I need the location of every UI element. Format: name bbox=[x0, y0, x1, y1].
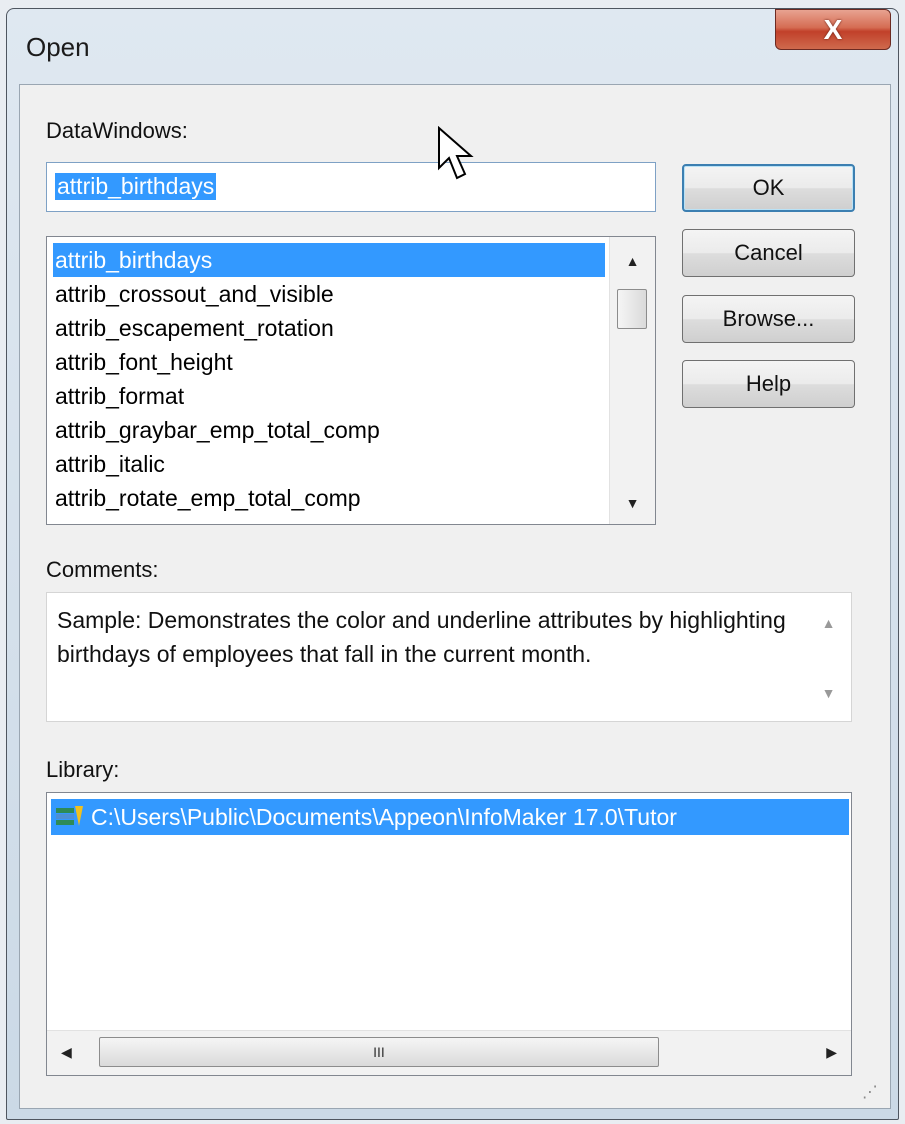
comments-scroll-down-icon[interactable]: ▼ bbox=[806, 685, 851, 701]
library-list-item[interactable]: C:\Users\Public\Documents\Appeon\InfoMak… bbox=[51, 799, 849, 835]
help-button[interactable]: Help bbox=[682, 360, 855, 408]
list-item[interactable]: attrib_crossout_and_visible bbox=[53, 277, 334, 311]
library-horizontal-scrollbar[interactable]: ◀ III ▶ bbox=[47, 1030, 851, 1075]
scroll-grip: III bbox=[373, 1044, 385, 1060]
comments-text: Sample: Demonstrates the color and under… bbox=[57, 607, 786, 667]
library-list[interactable]: C:\Users\Public\Documents\Appeon\InfoMak… bbox=[46, 792, 852, 1076]
list-item[interactable]: attrib_rotate_emp_total_comp bbox=[53, 481, 361, 515]
scroll-right-arrow-icon[interactable]: ▶ bbox=[826, 1044, 837, 1061]
scroll-thumb[interactable] bbox=[617, 289, 647, 329]
datawindow-name-value: attrib_birthdays bbox=[55, 173, 217, 200]
datawindow-name-input[interactable]: attrib_birthdays bbox=[46, 162, 656, 212]
cancel-button[interactable]: Cancel bbox=[682, 229, 855, 277]
resize-grip-icon[interactable]: ⋰ bbox=[862, 1082, 879, 1102]
close-button[interactable]: X bbox=[775, 9, 891, 50]
comments-label: Comments: bbox=[46, 557, 159, 582]
ok-button[interactable]: OK bbox=[682, 164, 855, 212]
mouse-pointer-icon bbox=[438, 126, 474, 180]
browse-button[interactable]: Browse... bbox=[682, 295, 855, 343]
scroll-down-arrow-icon[interactable]: ▼ bbox=[610, 495, 655, 511]
list-item[interactable]: attrib_format bbox=[53, 379, 184, 413]
datawindows-label: DataWindows: bbox=[46, 118, 188, 143]
datawindows-vertical-scrollbar[interactable]: ▲ ▼ bbox=[609, 237, 655, 524]
scroll-left-arrow-icon[interactable]: ◀ bbox=[61, 1044, 72, 1061]
list-item[interactable]: attrib_graybar_emp_total_comp bbox=[53, 413, 380, 447]
list-item[interactable]: attrib_italic bbox=[53, 447, 165, 481]
list-item[interactable]: attrib_escapement_rotation bbox=[53, 311, 334, 345]
library-label: Library: bbox=[46, 757, 120, 782]
list-item[interactable]: attrib_font_height bbox=[53, 345, 233, 379]
library-path: C:\Users\Public\Documents\Appeon\InfoMak… bbox=[91, 804, 677, 830]
window-title: Open bbox=[26, 32, 90, 62]
scroll-up-arrow-icon[interactable]: ▲ bbox=[610, 253, 655, 269]
close-icon: X bbox=[823, 13, 843, 45]
comments-box: Sample: Demonstrates the color and under… bbox=[46, 592, 852, 722]
datawindows-list[interactable]: attrib_birthdays attrib_crossout_and_vis… bbox=[46, 236, 656, 525]
comments-scroll-up-icon[interactable]: ▲ bbox=[806, 615, 851, 631]
horizontal-scroll-thumb[interactable]: III bbox=[99, 1037, 659, 1067]
library-icon bbox=[56, 806, 83, 826]
list-item[interactable]: attrib_birthdays bbox=[53, 243, 605, 277]
